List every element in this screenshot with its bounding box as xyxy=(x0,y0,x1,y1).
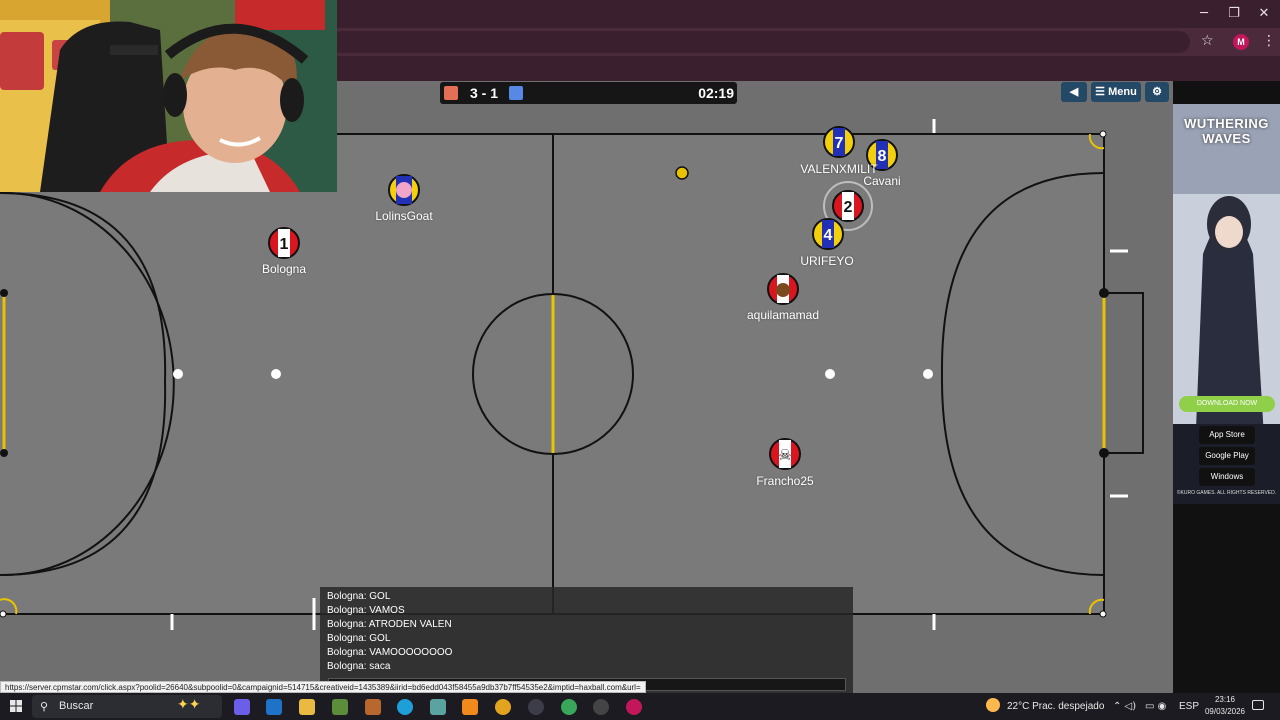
tray-icons[interactable]: ⌃ ◁) xyxy=(1113,701,1136,712)
sound-toggle-button[interactable]: ◀ xyxy=(1061,82,1087,102)
windows-badge[interactable]: Windows xyxy=(1199,468,1255,486)
player-disc-bologna: 1 xyxy=(268,227,300,259)
search-icon: ⚲ xyxy=(40,700,49,713)
star-icon[interactable]: ☆ xyxy=(1201,33,1214,49)
svg-text:☠: ☠ xyxy=(778,446,791,464)
player-disc-francho25: ☠ xyxy=(769,438,801,470)
close-icon[interactable]: ✕ xyxy=(1249,4,1279,24)
blue-team-indicator xyxy=(509,86,523,100)
player-name-francho25: Francho25 xyxy=(756,474,814,488)
status-bar-url: https://server.cpmstar.com/click.aspx?po… xyxy=(0,681,646,693)
google-play-badge[interactable]: Google Play xyxy=(1199,447,1255,465)
screen: ─ ❐ ✕ ☆ M ⋮ 1 7 8 2 4 ☠ LolinsGoat Bolog… xyxy=(0,0,1280,720)
webcam-overlay xyxy=(0,0,337,192)
player-name-urifeyo: URIFEYO xyxy=(800,254,854,268)
chat-message: Bologna: VAMOOOOOOOO xyxy=(327,647,453,658)
taskbar-search-placeholder: Buscar xyxy=(59,700,94,712)
speaker-icon: ◀ xyxy=(1069,86,1079,98)
red-team-indicator xyxy=(444,86,458,100)
notification-icon[interactable] xyxy=(1252,700,1264,710)
wuthering-waves-ad[interactable]: WUTHERING WAVES DOWNLOAD NOW App Store G… xyxy=(1173,104,1280,504)
chrome-active-icon[interactable] xyxy=(626,699,642,715)
ad-title: WUTHERING WAVES xyxy=(1173,116,1280,146)
player-name-lolinsgoat: LolinsGoat xyxy=(375,209,433,223)
restore-icon[interactable]: ❐ xyxy=(1219,4,1249,24)
chat-message: Bologna: GOL xyxy=(327,633,391,644)
ad-title-line2: WAVES xyxy=(1202,131,1251,146)
gear-icon: ⚙ xyxy=(1152,86,1162,98)
chat-message: Bologna: saca xyxy=(327,661,391,672)
player-disc-urifeyo: 4 xyxy=(812,218,844,250)
weather-text[interactable]: 22°C Prac. despejado xyxy=(1007,701,1104,712)
player-disc-valenxmilit: 7 xyxy=(823,126,855,158)
ad-title-line1: WUTHERING xyxy=(1184,116,1269,131)
svg-text:1: 1 xyxy=(280,236,289,253)
match-timer: 02:19 xyxy=(698,85,734,101)
player-disc-lolinsgoat xyxy=(388,174,420,206)
outlook-icon[interactable] xyxy=(266,699,282,715)
player-disc-aquilamamad xyxy=(767,273,799,305)
edge-icon[interactable] xyxy=(397,699,413,715)
player-name-aquilamamad: aquilamamad xyxy=(746,308,820,322)
chat-message: Bologna: ATRODEN VALEN xyxy=(327,619,452,630)
profile-avatar[interactable]: M xyxy=(1233,34,1249,50)
minecraft-icon[interactable] xyxy=(332,699,348,715)
svg-text:2: 2 xyxy=(844,199,853,216)
ad-copyright: ©KURO GAMES. ALL RIGHTS RESERVED. xyxy=(1176,490,1277,496)
chrome-profile-icon[interactable] xyxy=(561,699,577,715)
player-name-cavani: Cavani xyxy=(863,174,901,188)
ad-download-button[interactable]: DOWNLOAD NOW xyxy=(1179,396,1275,412)
svg-text:7: 7 xyxy=(835,135,844,152)
chat-panel: Bologna: GOL Bologna: VAMOS Bologna: ATR… xyxy=(320,587,853,693)
settings-button[interactable]: ⚙ xyxy=(1145,82,1169,102)
address-bar[interactable] xyxy=(330,31,1190,53)
score: 3 - 1 xyxy=(469,85,498,101)
app-store-badge[interactable]: App Store xyxy=(1199,426,1255,444)
minimize-icon[interactable]: ─ xyxy=(1189,4,1219,24)
windows-start-icon[interactable] xyxy=(10,700,22,712)
copilot-icon[interactable] xyxy=(234,699,250,715)
chat-message: Bologna: VAMOS xyxy=(327,605,405,616)
chrome-icon[interactable] xyxy=(495,699,511,715)
network-icon[interactable]: ▭ ◉ xyxy=(1145,701,1166,712)
file-explorer-icon[interactable] xyxy=(299,699,315,715)
menu-button[interactable]: ☰ Menu xyxy=(1091,82,1141,102)
sparkle-icon: ✦✦ xyxy=(177,697,201,713)
app-icon[interactable] xyxy=(365,699,381,715)
obs-icon[interactable] xyxy=(528,699,544,715)
webcam-image xyxy=(0,0,337,192)
ad-artwork xyxy=(1173,104,1280,504)
more-vert-icon[interactable]: ⋮ xyxy=(1262,33,1276,49)
svg-text:4: 4 xyxy=(824,227,833,244)
weather-icon xyxy=(986,698,1000,712)
language-indicator[interactable]: ESP xyxy=(1179,701,1199,712)
app-icon-2[interactable] xyxy=(430,699,446,715)
taskbar-date[interactable]: 09/03/2026 xyxy=(1202,707,1248,716)
chat-message: Bologna: GOL xyxy=(327,591,391,602)
player-name-bologna: Bologna xyxy=(261,262,307,276)
vlc-icon[interactable] xyxy=(462,699,478,715)
app-icon-3[interactable] xyxy=(593,699,609,715)
taskbar-time[interactable]: 23:16 xyxy=(1202,695,1248,704)
